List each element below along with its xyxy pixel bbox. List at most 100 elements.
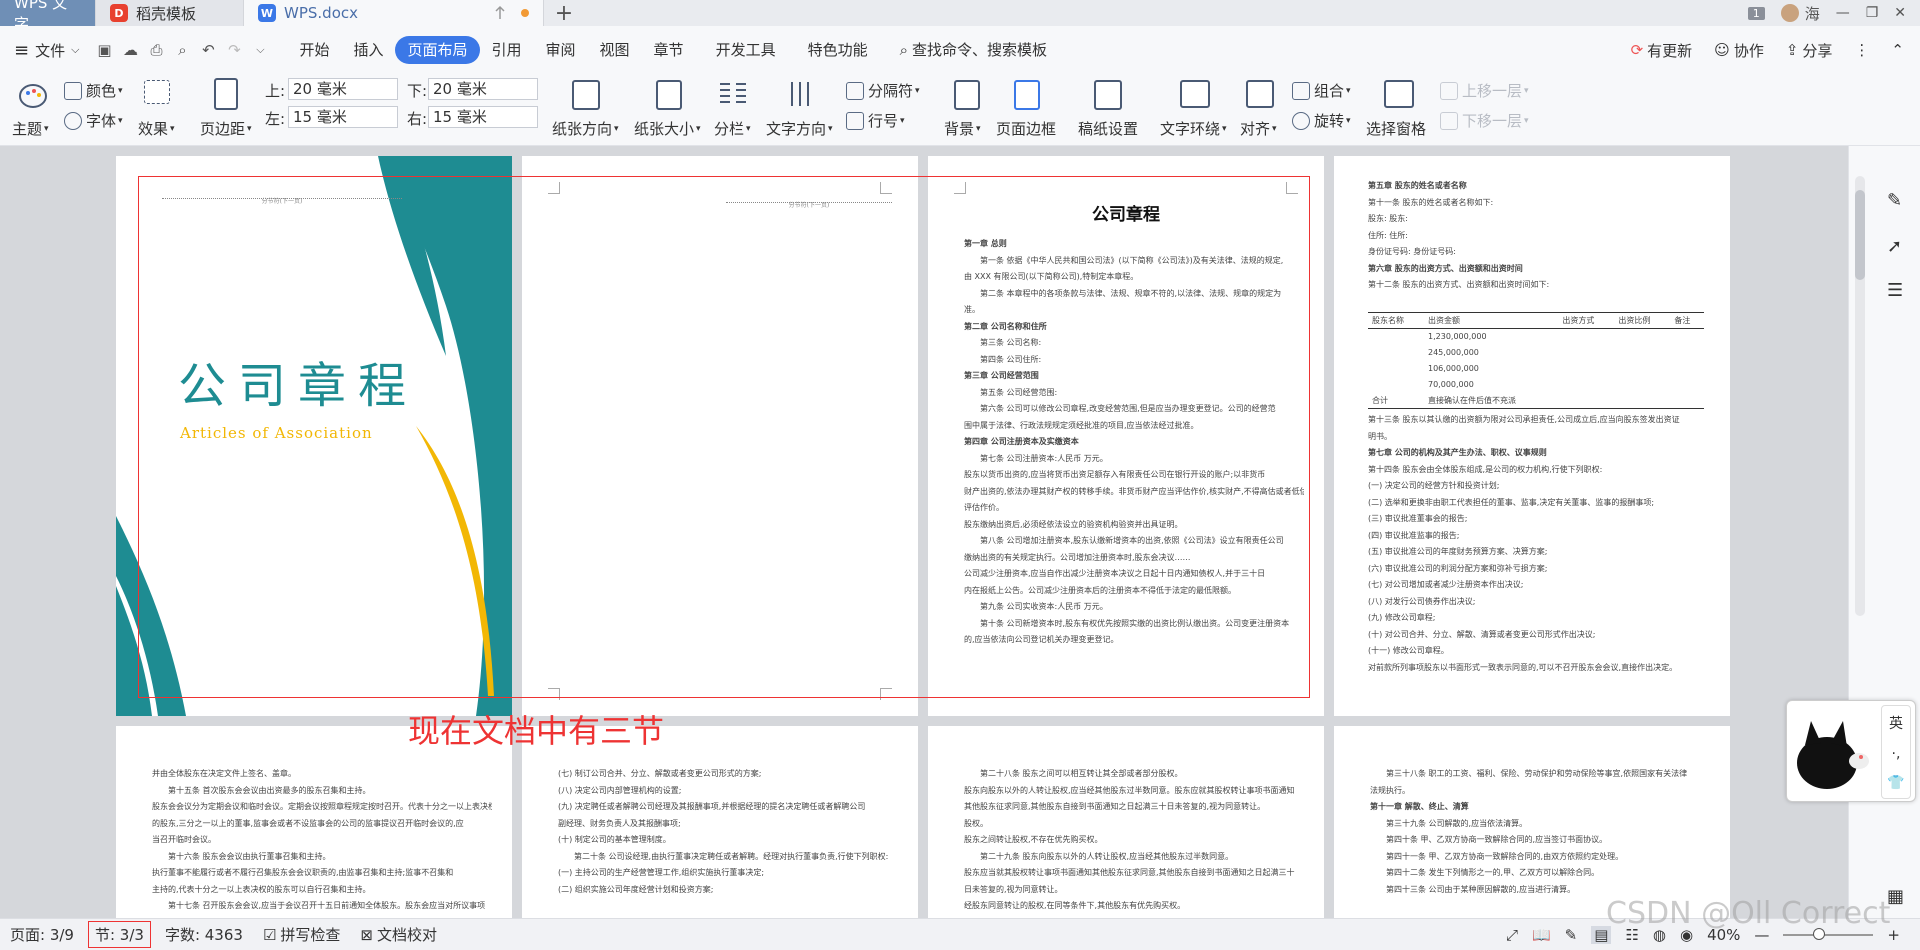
minimize-icon[interactable]: —: [1836, 5, 1850, 21]
align-icon[interactable]: [1246, 80, 1274, 108]
selection-pane-icon[interactable]: [1384, 80, 1414, 108]
tab-view[interactable]: 视图: [588, 36, 642, 64]
theme-palette-icon[interactable]: [18, 82, 48, 110]
theme-button[interactable]: 主题 ▾: [12, 118, 49, 139]
scrollbar-thumb[interactable]: [1855, 190, 1865, 280]
ime-language-toggle[interactable]: 英: [1889, 713, 1903, 733]
rotate-button[interactable]: 旋转 ▾: [1292, 110, 1351, 131]
print-icon[interactable]: ⎙: [143, 37, 169, 63]
tab-page-layout[interactable]: 页面布局: [395, 36, 480, 64]
restore-icon[interactable]: ❐: [1866, 5, 1879, 21]
draft-paper-icon[interactable]: [1094, 80, 1122, 110]
page-cover[interactable]: 分节符(下一页) 公司章程 Articles of Association: [116, 156, 512, 716]
tab-sections[interactable]: 章节: [642, 36, 696, 64]
settings-sliders-icon[interactable]: ☰: [1887, 280, 1903, 301]
print-preview-icon[interactable]: ⌕: [169, 37, 195, 63]
pen-icon[interactable]: ✎: [1887, 190, 1902, 211]
section-indicator[interactable]: 节: 3/3: [87, 921, 151, 948]
left-margin-input[interactable]: 15 毫米: [288, 106, 398, 128]
line-numbers-button[interactable]: 行号 ▾: [846, 110, 905, 131]
tab-insert[interactable]: 插入: [341, 36, 395, 64]
draft-paper-button[interactable]: 稿纸设置: [1078, 118, 1138, 139]
page-margins-icon[interactable]: [214, 78, 238, 110]
text-wrap-button[interactable]: 文字环绕 ▾: [1160, 118, 1227, 139]
columns-icon[interactable]: [718, 80, 748, 110]
text-direction-button[interactable]: 文字方向 ▾: [766, 118, 833, 139]
background-button[interactable]: 背景 ▾: [944, 118, 981, 139]
new-tab-button[interactable]: +: [544, 0, 584, 26]
page-articles-3[interactable]: 并由全体股东在决定文件上签名、盖章。 第十五条 首次股东会会议由出资最多的股东召集…: [116, 726, 512, 918]
text-direction-icon[interactable]: [786, 80, 816, 110]
paper-size-button[interactable]: 纸张大小 ▾: [634, 118, 701, 139]
cloud-sync-icon[interactable]: ☁: [117, 37, 143, 63]
page-articles-6[interactable]: 第三十八条 职工的工资、福利、保险、劳动保护和劳动保险等事宜,依照国家有关法律法…: [1334, 726, 1730, 918]
body-line: (七) 制订公司合并、分立、解散或者变更公司形式的方案;: [558, 769, 762, 778]
tab-special-features[interactable]: 特色功能: [796, 36, 880, 64]
pointer-icon[interactable]: ➚: [1887, 236, 1902, 257]
tab-review[interactable]: 审阅: [534, 36, 588, 64]
page-border-icon[interactable]: [1014, 80, 1040, 110]
zoom-slider[interactable]: [1783, 927, 1874, 940]
shirt-skin-icon[interactable]: 👕: [1887, 775, 1904, 791]
orientation-button[interactable]: 纸张方向 ▾: [552, 118, 619, 139]
reading-mode-icon[interactable]: 📖: [1532, 926, 1551, 944]
page-indicator[interactable]: 页面: 3/9: [0, 924, 84, 945]
page-articles-1[interactable]: 公司章程 第一章 总则 第一条 依据《中华人民共和国公司法》(以下简称《公司法》)…: [928, 156, 1324, 716]
effects-icon[interactable]: [144, 80, 170, 104]
fullscreen-icon[interactable]: ⤢: [1506, 926, 1518, 944]
save-icon[interactable]: ▣: [91, 37, 117, 63]
page-articles-4[interactable]: (七) 制订公司合并、分立、解散或者变更公司形式的方案; (八) 决定公司内部管理…: [522, 726, 918, 918]
text-wrap-icon[interactable]: [1180, 80, 1210, 108]
margins-button[interactable]: 页边距 ▾: [200, 118, 252, 139]
align-button[interactable]: 对齐 ▾: [1240, 118, 1277, 139]
user-account[interactable]: 海: [1780, 3, 1820, 24]
redo-icon[interactable]: ↷: [221, 37, 247, 63]
more-options-icon[interactable]: ⋮: [1854, 41, 1869, 59]
csdn-watermark: CSDN @Oll Correct: [1606, 896, 1891, 931]
table-cell: [1558, 377, 1614, 393]
document-workspace[interactable]: 分节符(下一页) 公司章程 Articles of Association 分节…: [0, 146, 1848, 918]
breaks-button[interactable]: 分隔符 ▾: [846, 80, 920, 101]
quick-access-dropdown-icon[interactable]: ⌵: [247, 37, 273, 63]
collapse-ribbon-icon[interactable]: ⌃: [1891, 41, 1904, 59]
background-icon[interactable]: [954, 80, 980, 110]
word-count[interactable]: 字数: 4363: [155, 924, 253, 945]
undo-icon[interactable]: ↶: [195, 37, 221, 63]
tab-document[interactable]: W WPS.docx: [244, 0, 544, 26]
page-blank[interactable]: 分节符(下一页): [522, 156, 918, 716]
input-method-widget[interactable]: 英 ·, 👕: [1786, 700, 1916, 802]
page-articles-5[interactable]: 第二十八条 股东之间可以相互转让其全部或者部分股权。 股东向股东以外的人转让股权,…: [928, 726, 1324, 918]
tab-references[interactable]: 引用: [480, 36, 534, 64]
group-button[interactable]: 组合 ▾: [1292, 80, 1351, 101]
tab-wps-writer[interactable]: WPS 文字: [0, 0, 96, 33]
tab-template[interactable]: D 稻壳模板: [96, 0, 244, 26]
tab-developer[interactable]: 开发工具: [704, 36, 788, 64]
colors-button[interactable]: 颜色 ▾: [64, 80, 123, 101]
selection-pane-button[interactable]: 选择窗格: [1366, 118, 1426, 139]
page-border-button[interactable]: 页面边框: [996, 118, 1056, 139]
effects-button[interactable]: 效果 ▾: [138, 118, 175, 139]
command-search[interactable]: ⌕ 查找命令、搜索模板: [888, 36, 1059, 64]
columns-button[interactable]: 分栏 ▾: [714, 118, 751, 139]
ime-punctuation-toggle[interactable]: ·,: [1892, 746, 1901, 762]
body-line: (十) 对公司合并、分立、解散、清算或者变更公司形式作出决议;: [1368, 629, 1596, 639]
vertical-scrollbar[interactable]: [1855, 176, 1865, 616]
edit-mode-icon[interactable]: ✎: [1565, 926, 1578, 944]
paper-size-icon[interactable]: [656, 80, 682, 110]
right-margin-input[interactable]: 15 毫米: [428, 106, 538, 128]
upload-icon[interactable]: [493, 5, 507, 21]
window-count-badge[interactable]: 1: [1747, 6, 1765, 20]
share-button[interactable]: ⇪ 分享: [1786, 40, 1833, 61]
proofread-button[interactable]: ⊠ 文档校对: [350, 924, 447, 945]
top-margin-input[interactable]: 20 毫米: [288, 78, 398, 100]
collaborate-button[interactable]: ☺ 协作: [1714, 40, 1764, 61]
update-button[interactable]: ⟳ 有更新: [1631, 40, 1693, 61]
spell-check-button[interactable]: ☑ 拼写检查: [253, 924, 350, 945]
orientation-icon[interactable]: [572, 80, 600, 110]
bottom-margin-input[interactable]: 20 毫米: [428, 78, 538, 100]
close-icon[interactable]: ✕: [1894, 5, 1906, 21]
file-menu-button[interactable]: ≡ 文件 ⌵: [14, 40, 79, 61]
font-button[interactable]: 字体 ▾: [64, 110, 123, 131]
page-articles-2[interactable]: 第五章 股东的姓名或者名称 第十一条 股东的姓名或者名称如下: 股东: 股东: 住所:…: [1334, 156, 1730, 716]
tab-home[interactable]: 开始: [287, 36, 341, 64]
